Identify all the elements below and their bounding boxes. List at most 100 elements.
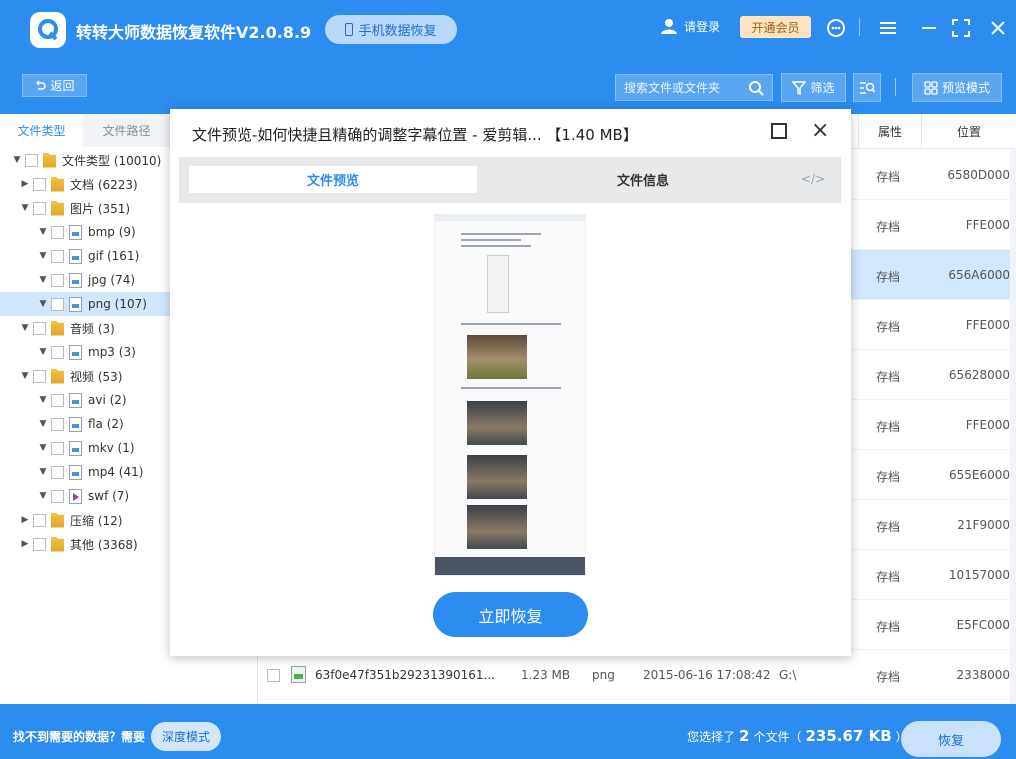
tab-file-preview[interactable]: 文件预览 [189,166,477,193]
tree-item-label: 图片 (351) [70,201,131,216]
tree-item-label: 音频 (3) [70,321,115,336]
file-date: 2015-06-16 17:08:42 [643,668,771,682]
code-icon[interactable]: </> [801,172,825,186]
chevron-down-icon[interactable]: ▼ [38,467,48,477]
tree-checkbox[interactable] [33,321,46,335]
list-search-button[interactable] [853,73,881,102]
chevron-down-icon[interactable]: ▼ [38,347,48,357]
file-attr: 存档 [876,170,901,184]
back-arrow-icon [36,79,47,90]
preview-photo [467,401,527,445]
column-header-attr[interactable]: 属性 [858,114,921,149]
bottom-bar: 找不到需要的数据？需要 深度模式 您选择了 2 个文件（ 235.67 KB ）… [0,704,1016,759]
app-title: 转转大师数据恢复软件V2.0.8.9 [76,23,312,42]
file-icon [69,224,82,240]
dialog-title: 文件预览-如何快捷且精确的调整字幕位置 - 爱剪辑... 【1.40 MB】 [192,126,638,144]
tree-checkbox[interactable] [51,417,64,431]
tree-checkbox[interactable] [33,177,46,191]
file-attr: 存档 [876,570,901,584]
folder-icon [43,152,56,168]
chevron-down-icon[interactable]: ▼ [38,419,48,429]
tree-checkbox[interactable] [51,441,64,455]
maximize-icon[interactable] [771,123,787,139]
file-icon [69,344,82,360]
tree-checkbox[interactable] [33,369,46,383]
tree-checkbox[interactable] [51,273,64,287]
dialog-close-icon[interactable]: × [811,120,829,142]
search-icon[interactable] [748,80,764,96]
chevron-down-icon[interactable]: ▼ [38,275,48,285]
back-button[interactable]: 返回 [22,74,87,97]
tree-checkbox[interactable] [33,513,46,527]
support-icon[interactable] [825,16,847,40]
chevron-down-icon[interactable]: ▼ [38,395,48,405]
login-label: 请登录 [684,19,721,34]
tree-item-label: png (107) [88,297,147,311]
tree-checkbox[interactable] [25,153,38,167]
preview-text-line [461,233,541,235]
menu-icon[interactable] [877,16,899,40]
table-scrollbar[interactable] [1010,150,1016,704]
file-position: 656A6000 [948,268,1010,282]
tree-item-label: bmp (9) [88,225,136,239]
tab-file-path[interactable]: 文件路径 [85,114,168,147]
chevron-down-icon[interactable]: ▼ [12,155,22,165]
file-icon [69,440,82,456]
tab-file-info[interactable]: 文件信息 [499,166,787,193]
preview-footer-strip [435,557,585,575]
chevron-right-icon[interactable]: ▶ [20,539,30,549]
table-row[interactable]: 63f0e47f351b29231390161... 1.23 MB png 2015… [258,650,1016,700]
chevron-down-icon[interactable]: ▼ [20,203,30,213]
chevron-down-icon[interactable]: ▼ [38,491,48,501]
fullscreen-icon[interactable] [950,16,972,40]
chevron-down-icon[interactable]: ▼ [20,371,30,381]
user-icon [661,19,677,34]
tree-checkbox[interactable] [33,201,46,215]
phone-icon [345,23,354,36]
file-position: FFE000 [965,218,1010,232]
file-attr: 存档 [876,220,901,234]
tree-checkbox[interactable] [51,345,64,359]
tree-item-label: 压缩 (12) [70,513,123,528]
login-link[interactable]: 请登录 [660,17,720,35]
app-logo-icon [30,12,66,48]
tab-file-type[interactable]: 文件类型 [0,114,83,147]
file-attr: 存档 [876,270,901,284]
filter-button[interactable]: 筛选 [781,73,846,102]
file-position: 10157000 [948,568,1010,582]
column-header-position[interactable]: 位置 [921,114,1016,149]
chevron-down-icon[interactable]: ▼ [38,251,48,261]
search-input[interactable] [624,79,744,97]
tree-item-label: 其他 (3368) [70,537,138,552]
tree-item-label: swf (7) [88,489,130,503]
selection-mid: 个文件（ [753,730,802,744]
tree-checkbox[interactable] [51,465,64,479]
close-icon[interactable] [987,16,1009,40]
search-box [615,74,773,101]
chevron-down-icon[interactable]: ▼ [38,299,48,309]
tree-checkbox[interactable] [51,225,64,239]
toolbar-separator [895,78,896,96]
chevron-down-icon[interactable]: ▼ [38,227,48,237]
chevron-right-icon[interactable]: ▶ [20,179,30,189]
row-checkbox[interactable] [267,669,280,682]
restore-now-button[interactable]: 立即恢复 [433,592,588,637]
tree-checkbox[interactable] [51,249,64,263]
chevron-down-icon[interactable]: ▼ [38,443,48,453]
preview-mode-button[interactable]: 预览模式 [912,73,1002,102]
minimize-icon[interactable] [918,16,940,40]
chevron-right-icon[interactable]: ▶ [20,515,30,525]
file-icon [69,248,82,264]
tree-checkbox[interactable] [51,489,64,503]
recover-button[interactable]: 恢复 [901,721,1001,757]
deep-mode-button[interactable]: 深度模式 [151,722,221,751]
file-position: FFE000 [965,318,1010,332]
tree-checkbox[interactable] [51,393,64,407]
file-position: E5FC000 [956,618,1010,632]
tree-item-label: mp4 (41) [88,465,144,479]
vip-button[interactable]: 开通会员 [740,16,811,38]
chevron-down-icon[interactable]: ▼ [20,323,30,333]
mobile-recovery-button[interactable]: 手机数据恢复 [325,15,457,44]
tree-checkbox[interactable] [33,537,46,551]
tree-checkbox[interactable] [51,297,64,311]
